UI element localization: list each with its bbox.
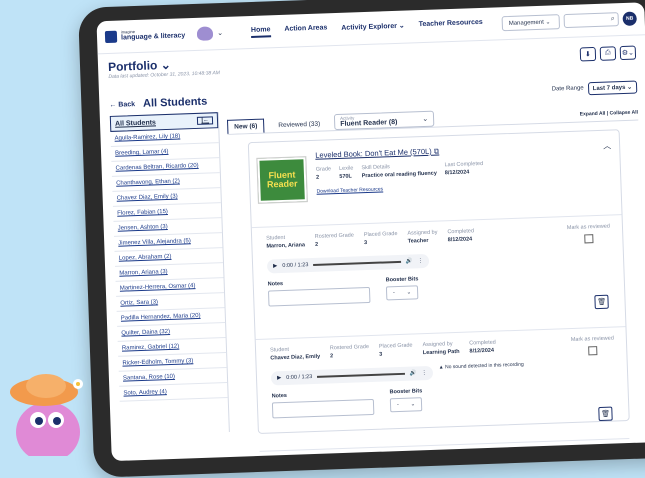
book-title-link[interactable]: Leveled Book: Don't Eat Me (570L) ⧉ (315, 145, 483, 161)
avatar[interactable]: NB (622, 11, 637, 26)
chevron-down-icon: ⌄ (410, 401, 416, 408)
chevron-down-icon: ⌄ (406, 289, 412, 296)
tablet-frame: imagine language & literacy ⌄ Home Action… (78, 0, 645, 478)
booster-select[interactable]: - ⌄ (389, 397, 423, 413)
search-input[interactable]: ⌕ (563, 12, 619, 29)
notes-input[interactable] (267, 286, 371, 307)
student-record: Student Chavez Diaz, Emily Rostered Grade… (255, 327, 630, 452)
volume-icon[interactable]: 🔊 (406, 258, 413, 264)
logo[interactable]: imagine language & literacy (121, 28, 186, 42)
nav-activity-explorer[interactable]: Activity Explorer ⌄ (341, 21, 405, 34)
audio-progress[interactable] (313, 260, 401, 266)
audio-progress[interactable] (317, 372, 405, 378)
chevron-up-icon[interactable]: ︿ (603, 140, 611, 151)
trash-icon[interactable]: 🗑 (598, 406, 613, 422)
trash-icon[interactable]: 🗑 (594, 294, 609, 310)
more-icon[interactable]: ⋮ (421, 370, 427, 376)
main-nav: Home Action Areas Activity Explorer ⌄ Te… (250, 18, 483, 38)
content: All Students |← Aguila-Ramirez, Lily (18)… (109, 97, 645, 452)
activity-card: Fluent Reader Leveled Book: Don't Eat Me… (247, 129, 630, 452)
more-icon[interactable]: ⋮ (417, 258, 423, 264)
mascot-icon (196, 26, 214, 41)
audio-player: ▶ 0:00 / 1:23 🔊 ⋮ (270, 365, 434, 386)
sidebar-item-student[interactable]: Soto, Audrey (4) (119, 383, 228, 402)
app-screen: imagine language & literacy ⌄ Home Action… (96, 2, 645, 462)
activity-select[interactable]: Activity Fluent Reader (8) ⌄ (333, 110, 435, 131)
chevron-down-icon: ⌄ (422, 115, 429, 124)
management-area: Management ⌄ ⌕ NB (501, 11, 637, 31)
section-title: All Students (142, 95, 208, 110)
booster-select[interactable]: - ⌄ (385, 285, 419, 301)
warning-text: ▲ No sound detected in this recording (438, 361, 524, 371)
mark-reviewed-checkbox[interactable] (584, 234, 594, 244)
student-list: Aguila-Ramirez, Lily (18) Breeding, Lamar… (110, 128, 228, 402)
logo-icon (104, 30, 118, 44)
mascot-character (10, 374, 83, 456)
back-button[interactable]: ← Back (109, 101, 135, 109)
notes-input[interactable] (271, 398, 375, 419)
record-list: Student Marron, Ariana Rostered Grade 2 Pl… (251, 215, 630, 452)
collapse-icon[interactable]: |← (197, 116, 214, 125)
print-icon[interactable]: ⎙ (599, 46, 617, 61)
volume-icon[interactable]: 🔊 (409, 370, 416, 376)
play-icon[interactable]: ▶ (273, 263, 277, 269)
date-range: Date Range Last 7 days ⌄ (551, 80, 638, 96)
mark-reviewed: Mark as reviewed (571, 336, 615, 356)
search-icon: ⌕ (610, 15, 615, 23)
expand-collapse-links[interactable]: Expand All | Collapse All (580, 110, 639, 122)
date-range-select[interactable]: Last 7 days ⌄ (587, 80, 638, 95)
settings-icon[interactable]: ⚙⌄ (619, 45, 637, 61)
download-icon[interactable]: ⬇ (579, 46, 597, 62)
tab-reviewed[interactable]: Reviewed (33) (272, 117, 326, 132)
nav-action-areas[interactable]: Action Areas (284, 24, 327, 36)
header-actions: ⬇ ⎙ ⚙⌄ (579, 45, 637, 62)
mark-reviewed: Mark as reviewed (567, 224, 611, 244)
download-resources-link[interactable]: Download Teacher Resources (316, 183, 484, 194)
main-panel: New (6) Reviewed (33) Activity Fluent Rea… (219, 97, 645, 452)
nav-home[interactable]: Home (250, 25, 271, 38)
audio-player: ▶ 0:00 / 1:23 🔊 ⋮ (266, 253, 430, 274)
student-record: Student Marron, Ariana Rostered Grade 2 Pl… (251, 215, 626, 341)
nav-teacher-resources[interactable]: Teacher Resources (419, 18, 483, 31)
tab-new[interactable]: New (6) (226, 118, 265, 134)
book-info: Fluent Reader Leveled Book: Don't Eat Me… (248, 130, 622, 229)
mark-reviewed-checkbox[interactable] (588, 346, 598, 356)
management-select[interactable]: Management ⌄ (501, 13, 561, 31)
book-meta: Grade 2 Lexile 570L Skill Details Practice … (315, 160, 484, 181)
book-cover: Fluent Reader (256, 156, 308, 204)
play-icon[interactable]: ▶ (277, 375, 281, 381)
student-sidebar: All Students |← Aguila-Ramirez, Lily (18)… (109, 112, 230, 436)
chevron-down-icon[interactable]: ⌄ (217, 29, 223, 37)
